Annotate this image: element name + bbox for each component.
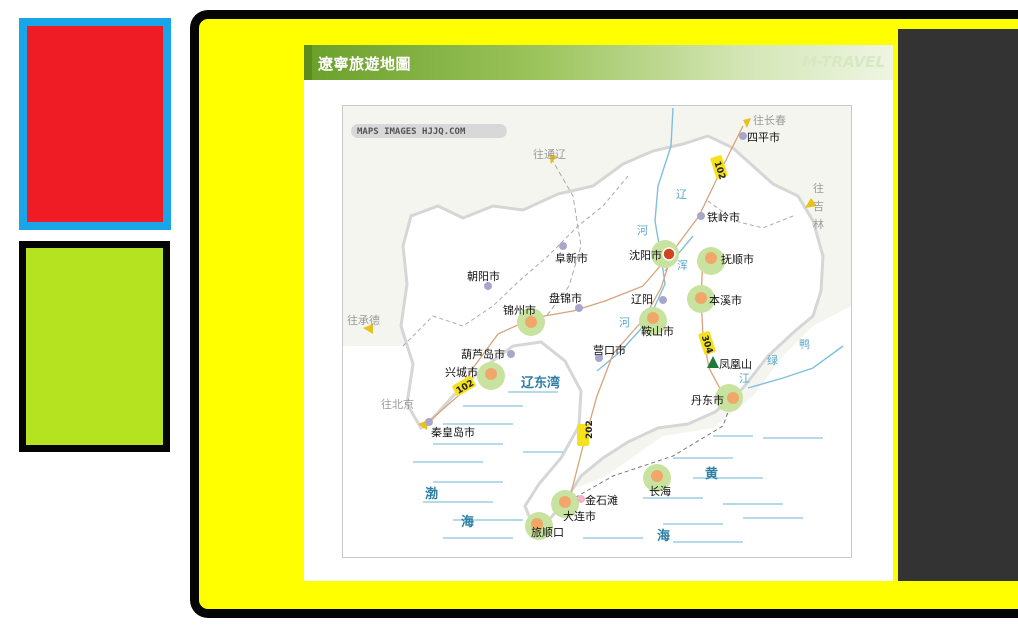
direction-chengde: 往承德 <box>347 313 380 327</box>
label-fushun: 抚顺市 <box>721 252 754 266</box>
label-fenghuangshan: 凤凰山 <box>719 358 752 371</box>
river-liao-1: 辽 <box>676 188 687 201</box>
label-panjin: 盘锦市 <box>549 291 582 305</box>
direction-jilin-1: 往 <box>813 181 824 195</box>
river-yalu-3: 江 <box>739 372 750 385</box>
map-panel: 遼寧旅遊地圖 M-TRAVEL MAPS IMAGES HJJQ.COM 102… <box>304 45 893 581</box>
label-yellow-sea-1: 黄 <box>705 466 718 482</box>
header-accent <box>304 45 312 80</box>
label-bohai-2: 海 <box>461 514 474 530</box>
map-title: 遼寧旅遊地圖 <box>318 55 412 73</box>
direction-beijing: 往北京 <box>381 397 414 411</box>
map-header: 遼寧旅遊地圖 M-TRAVEL <box>304 45 893 80</box>
label-anshan: 鞍山市 <box>641 324 674 338</box>
river-liao-2: 河 <box>637 224 648 237</box>
river-yalu-2: 绿 <box>767 353 778 367</box>
river-hun-1: 浑 <box>677 259 688 272</box>
label-liaodong-bay: 辽东湾 <box>521 375 560 391</box>
liaoning-map[interactable]: MAPS IMAGES HJJQ.COM 102 102 304 202 往长春… <box>342 105 852 558</box>
label-qinhuangdao: 秦皇岛市 <box>431 425 475 439</box>
green-color-swatch <box>19 241 170 452</box>
river-hun-2: 河 <box>619 316 630 329</box>
red-color-swatch <box>19 18 171 230</box>
direction-jilin-2: 吉 <box>813 200 824 213</box>
label-dandong: 丹东市 <box>691 393 724 407</box>
label-benxi: 本溪市 <box>709 293 742 307</box>
label-siping: 四平市 <box>747 130 780 144</box>
label-lushunkou: 旅顺口 <box>531 525 564 539</box>
label-shenyang: 沈阳市 <box>629 248 662 262</box>
watermark-text: MAPS IMAGES HJJQ.COM <box>357 127 466 137</box>
label-chaoyang: 朝阳市 <box>467 269 500 283</box>
label-yellow-sea-2: 海 <box>657 528 670 544</box>
road-202: 202 <box>585 420 595 439</box>
label-fuxin: 阜新市 <box>555 251 588 265</box>
label-tieling: 铁岭市 <box>707 210 740 224</box>
brand-logo-text: M-TRAVEL <box>802 53 885 71</box>
label-jinzhou: 锦州市 <box>503 303 536 317</box>
label-liaoyang: 辽阳 <box>631 293 653 306</box>
label-xingcheng: 兴城市 <box>445 365 478 379</box>
direction-changchun: 往长春 <box>753 113 786 127</box>
dark-side-panel <box>898 29 1018 581</box>
direction-jilin-3: 林 <box>813 217 824 231</box>
label-dalian: 大连市 <box>563 509 596 523</box>
label-bohai-1: 渤 <box>425 486 438 502</box>
label-changhai: 长海 <box>649 484 671 498</box>
label-yingkou: 营口市 <box>593 343 626 357</box>
map-canvas: MAPS IMAGES HJJQ.COM 102 102 304 202 往长春… <box>343 107 851 557</box>
river-yalu-1: 鸭 <box>799 338 810 351</box>
direction-tongliao: 往通辽 <box>533 147 566 161</box>
label-huludao: 葫芦岛市 <box>461 347 505 361</box>
label-jinshitan: 金石滩 <box>585 493 618 507</box>
